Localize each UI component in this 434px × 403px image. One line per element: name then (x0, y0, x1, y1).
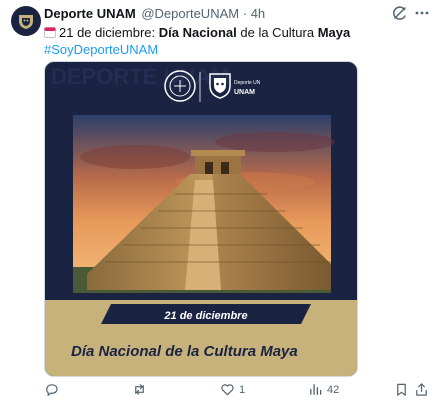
date-banner-text: 21 de diciembre (163, 310, 247, 322)
logo-caption-bottom: UNAM (234, 89, 255, 96)
share-icon (416, 383, 427, 396)
bold-maya: Maya (317, 25, 351, 40)
date-prefix: 21 de diciembre: (59, 25, 159, 40)
repost-icon (135, 384, 144, 395)
poster-title: Día Nacional de la Cultura Maya (71, 343, 298, 360)
like-icon (221, 384, 234, 396)
watermark-text: DEPORTE UNAM (51, 64, 229, 89)
separator-dot: · (242, 6, 248, 21)
tweet[interactable]: Deporte UNAM @DeporteUNAM · 4h 21 de dic… (0, 0, 434, 403)
poster-graphic: DEPORTE UNAM Deporte UN UNAM 21 de dicie… (45, 62, 357, 376)
unam-avatar-icon (19, 15, 33, 29)
calendar-icon (44, 27, 56, 38)
logo-caption-top: Deporte UN (234, 80, 261, 86)
reply-icon (46, 384, 58, 397)
author-handle[interactable]: @DeporteUNAM (141, 6, 239, 21)
avatar[interactable] (11, 6, 41, 36)
like-button[interactable]: 1 (220, 382, 245, 397)
view-count: 42 (327, 383, 340, 396)
like-count: 1 (239, 383, 246, 396)
share-button[interactable] (414, 382, 429, 397)
author-name[interactable]: Deporte UNAM (44, 6, 136, 21)
views-icon (310, 384, 322, 395)
grok-icon[interactable] (392, 5, 408, 21)
more-icon[interactable] (414, 5, 430, 21)
action-bar: 1 42 (44, 382, 429, 400)
bookmark-button[interactable] (394, 382, 409, 397)
bold-day-name: Día Nacional (158, 25, 237, 40)
text-middle: de la Cultura (236, 25, 318, 40)
unam-seal-logo (164, 70, 196, 102)
tweet-text: 21 de diciembre: Día Nacional de la Cult… (44, 24, 424, 58)
bookmark-icon (397, 383, 406, 396)
post-time[interactable]: 4h (251, 6, 265, 21)
reply-button[interactable] (44, 382, 63, 397)
views-button[interactable]: 42 (308, 382, 339, 397)
repost-button[interactable] (132, 382, 151, 397)
tweet-header: Deporte UNAM @DeporteUNAM · 4h (44, 6, 265, 22)
pyramid-photo (73, 115, 335, 293)
hashtag-link[interactable]: #SoyDeporteUNAM (44, 41, 424, 58)
post-image[interactable]: DEPORTE UNAM Deporte UN UNAM 21 de dicie… (44, 61, 358, 377)
